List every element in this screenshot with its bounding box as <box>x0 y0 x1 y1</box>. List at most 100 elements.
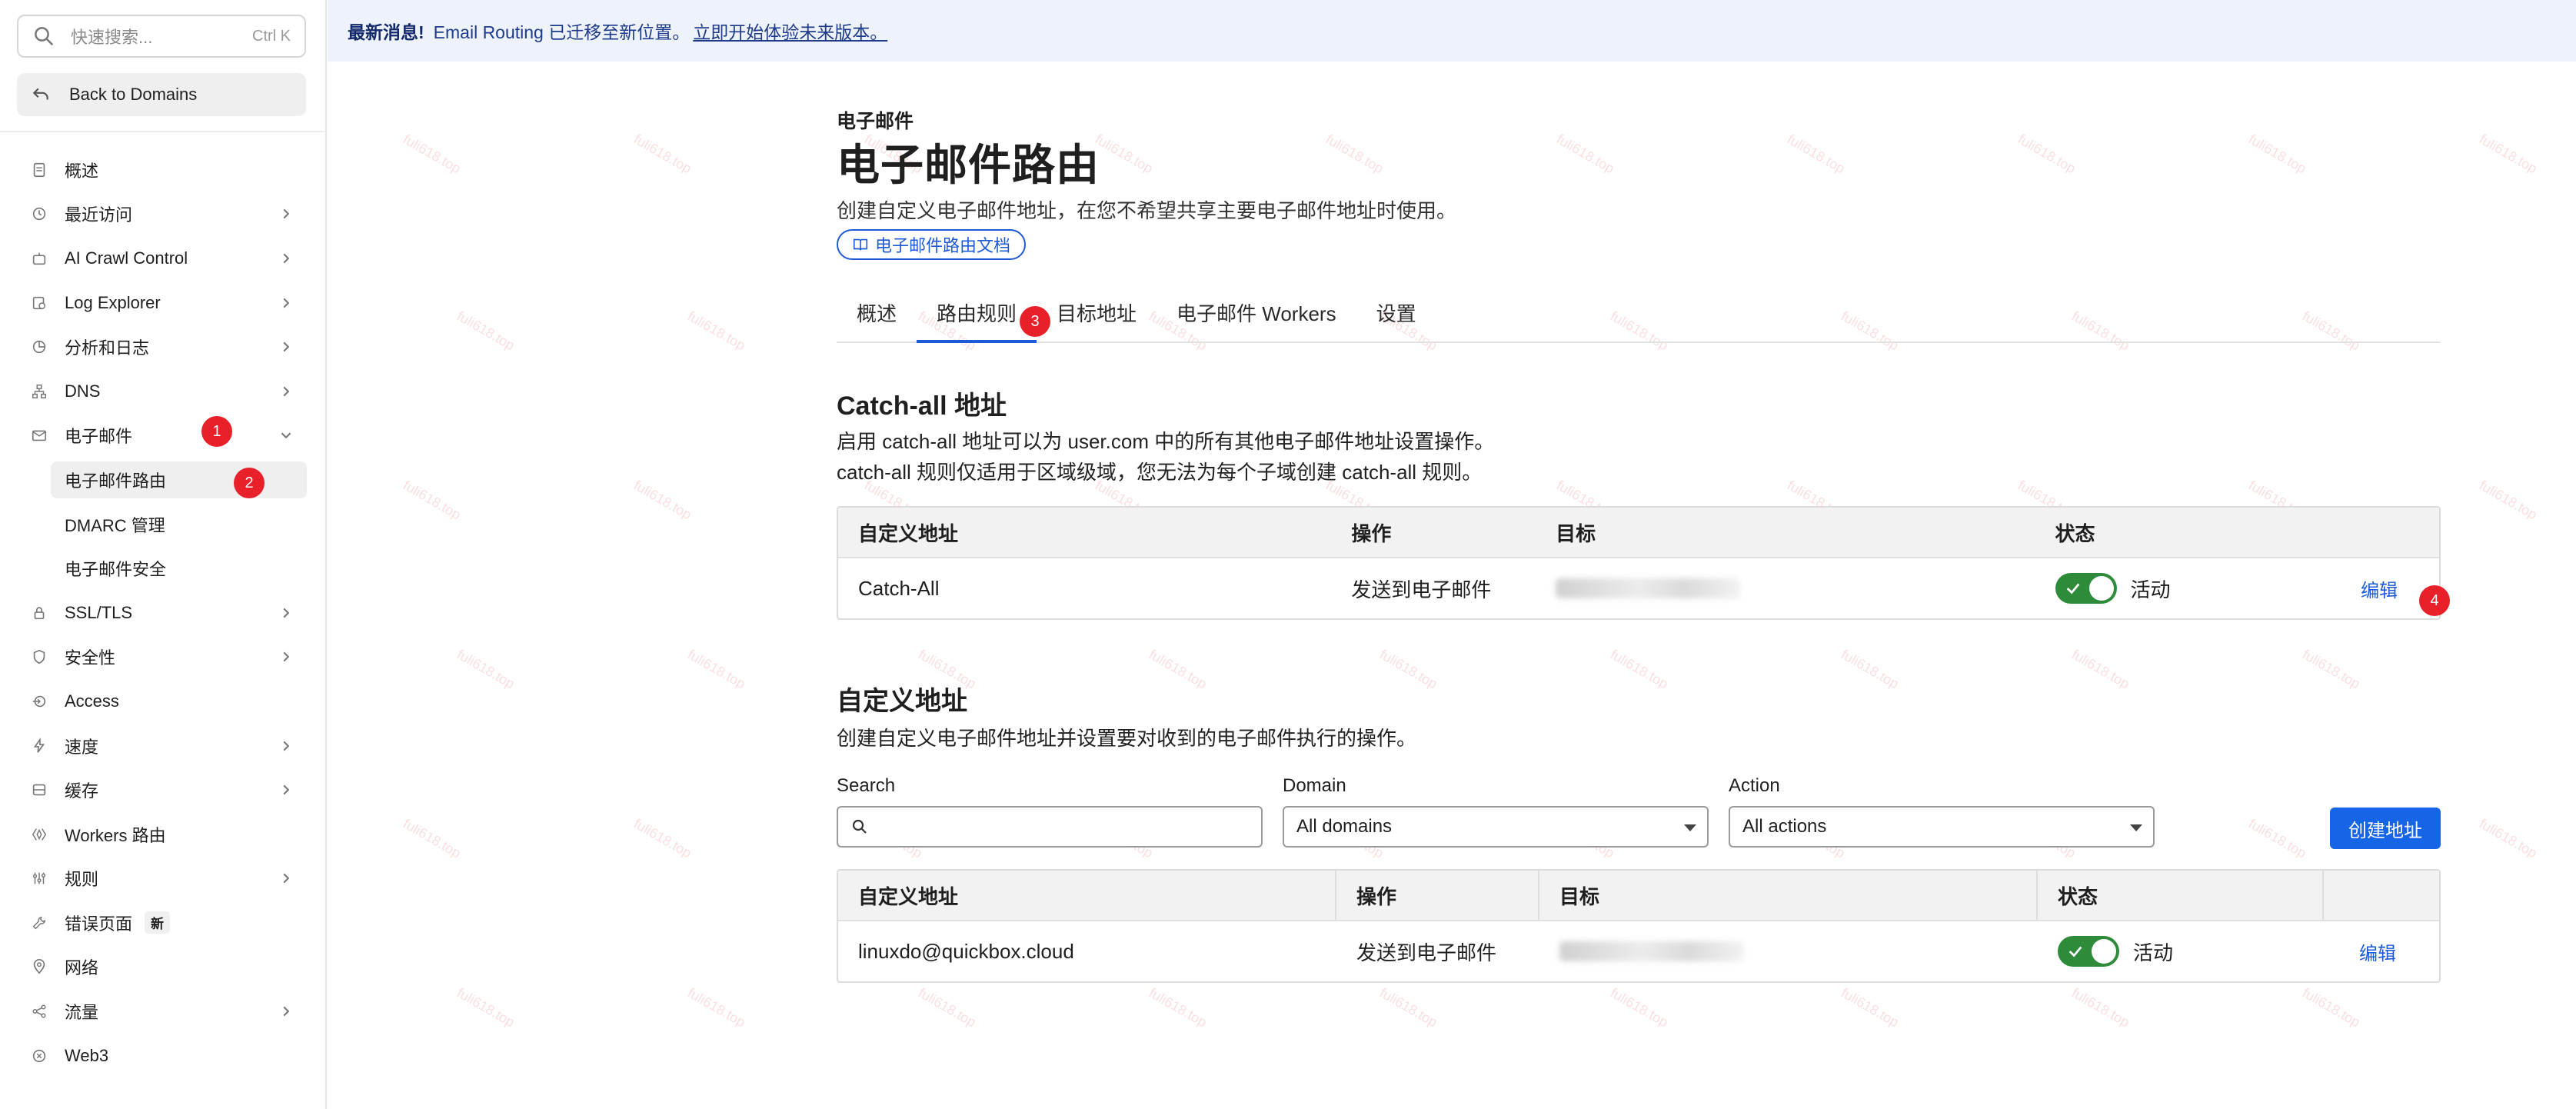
sidebar-item-label: 分析和日志 <box>65 338 150 358</box>
domain-label: Domain <box>1283 775 1346 796</box>
col-header-destination: 目标 <box>1539 871 2038 920</box>
catch-all-title: Catch-all 地址 <box>837 391 1007 421</box>
docs-link[interactable]: 电子邮件路由文档 <box>837 229 1027 260</box>
watermark-text: fuli618.top <box>400 477 464 523</box>
watermark-text: fuli618.top <box>454 308 518 354</box>
sidebar-item-ai-crawl[interactable]: AI Crawl Control <box>0 236 325 281</box>
watermark-text: fuli618.top <box>1607 984 1671 1031</box>
tab-settings[interactable]: 设置 <box>1356 285 1436 341</box>
address-cell: linuxdo@quickbox.cloud <box>858 939 1074 963</box>
sidebar-item-log-explorer[interactable]: Log Explorer <box>0 281 325 325</box>
cache-icon <box>29 780 49 800</box>
back-to-domains-button[interactable]: Back to Domains <box>17 73 306 116</box>
tab-destination-addresses[interactable]: 目标地址 <box>1037 285 1157 341</box>
watermark-text: fuli618.top <box>684 984 748 1031</box>
watermark-text: fuli618.top <box>2476 477 2540 523</box>
edit-link[interactable]: 编辑 <box>2361 575 2398 602</box>
quick-search-input[interactable]: 快速搜索... Ctrl K <box>17 15 306 58</box>
sidebar-item-web3[interactable]: Web3 <box>0 1034 325 1078</box>
watermark-text: fuli618.top <box>684 308 748 354</box>
sidebar-item-label: 安全性 <box>65 648 116 668</box>
redacted-destination <box>1559 941 1744 961</box>
sidebar-item-security[interactable]: 安全性 <box>0 635 325 680</box>
col-header-action: 操作 <box>1351 521 1392 545</box>
step-badge-2: 2 <box>234 468 265 498</box>
search-shortcut: Ctrl K <box>252 27 291 45</box>
domain-select-value: All domains <box>1296 816 1393 837</box>
chevron-down-icon <box>281 432 291 439</box>
sidebar-item-email-security[interactable]: 电子邮件安全 <box>0 546 325 591</box>
sidebar-item-traffic[interactable]: 流量 <box>0 989 325 1034</box>
chart-pie-icon <box>29 337 49 357</box>
page-eyebrow: 电子邮件 <box>837 111 914 132</box>
chevron-right-icon <box>283 341 290 352</box>
sidebar-item-cache[interactable]: 缓存 <box>0 768 325 812</box>
create-address-button[interactable]: 创建地址 <box>2330 808 2441 849</box>
log-icon <box>29 293 49 313</box>
watermark-text: fuli618.top <box>2068 646 2132 692</box>
action-select[interactable]: All actions <box>1729 806 2155 848</box>
col-header-actions-empty <box>2324 871 2439 920</box>
sidebar-item-label: AI Crawl Control <box>65 248 188 268</box>
sidebar-item-email[interactable]: 电子邮件 <box>0 414 325 458</box>
page-title: 电子邮件路由 <box>837 141 1100 189</box>
catch-all-desc-1: 启用 catch-all 地址可以为 user.com 中的所有其他电子邮件地址… <box>837 430 1495 453</box>
sidebar-item-label: 速度 <box>65 737 99 757</box>
domain-select[interactable]: All domains <box>1283 806 1709 848</box>
custom-addresses-title: 自定义地址 <box>837 687 967 716</box>
sidebar-item-label: SSL/TLS <box>65 602 133 622</box>
col-header-address: 自定义地址 <box>858 521 959 545</box>
redacted-destination <box>1556 578 1741 598</box>
custom-addresses-desc: 创建自定义电子邮件地址并设置要对收到的电子邮件执行的操作。 <box>837 727 1417 750</box>
catch-all-table: 自定义地址 操作 目标 状态 Catch-All 发送到电子邮件 活动 编辑 <box>837 506 2441 620</box>
chevron-right-icon <box>283 608 290 618</box>
status-label: 活动 <box>2130 578 2171 601</box>
watermark-text: fuli618.top <box>1838 646 1902 692</box>
chevron-right-icon <box>283 386 290 397</box>
sidebar-item-access[interactable]: Access <box>0 679 325 724</box>
sidebar-item-rules[interactable]: 规则 <box>0 857 325 901</box>
banner-link[interactable]: 立即开始体验未来版本。 <box>693 18 887 44</box>
sidebar-item-workers-routes[interactable]: Workers 路由 <box>0 812 325 857</box>
watermark-text: fuli618.top <box>2476 131 2540 177</box>
col-header-address: 自定义地址 <box>838 871 1336 920</box>
sidebar-item-ssl-tls[interactable]: SSL/TLS <box>0 591 325 635</box>
tab-routing-rules[interactable]: 路由规则 <box>917 285 1037 343</box>
sidebar-item-email-routing[interactable]: 电子邮件路由 <box>0 458 325 502</box>
sidebar-item-label: DMARC 管理 <box>65 515 165 535</box>
sidebar-item-dmarc[interactable]: DMARC 管理 <box>0 502 325 547</box>
sidebar-item-dns[interactable]: DNS <box>0 369 325 414</box>
sidebar-item-label: DNS <box>65 381 101 401</box>
sidebar-item-overview[interactable]: 概述 <box>0 148 325 192</box>
chevron-right-icon <box>283 209 290 219</box>
sidebar-item-speed[interactable]: 速度 <box>0 724 325 768</box>
location-icon <box>29 957 49 977</box>
table-header: 自定义地址 操作 目标 状态 <box>838 871 2439 921</box>
watermark-text: fuli618.top <box>915 984 979 1031</box>
edit-link[interactable]: 编辑 <box>2359 938 2396 965</box>
search-icon <box>35 27 54 46</box>
status-toggle[interactable] <box>2058 936 2119 967</box>
sidebar-item-label: 概述 <box>65 161 99 181</box>
address-search-input[interactable] <box>837 806 1263 848</box>
watermark-text: fuli618.top <box>1376 646 1440 692</box>
sidebar-item-network[interactable]: 网络 <box>0 945 325 990</box>
sidebar-item-error-pages[interactable]: 错误页面 新 <box>0 901 325 945</box>
sidebar-item-analytics[interactable]: 分析和日志 <box>0 325 325 369</box>
search-icon <box>852 819 867 834</box>
status-toggle[interactable] <box>2055 573 2117 604</box>
tab-bar: 概述 路由规则 目标地址 电子邮件 Workers 设置 <box>837 285 2441 343</box>
sidebar-item-label: 电子邮件安全 <box>65 560 167 580</box>
book-icon <box>853 238 868 251</box>
action-select-value: All actions <box>1742 816 1827 837</box>
col-header-status: 状态 <box>2055 521 2095 545</box>
table-row: Catch-All 发送到电子邮件 活动 编辑 <box>838 558 2439 618</box>
sidebar-item-recent[interactable]: 最近访问 <box>0 192 325 237</box>
sidebar-item-label: 流量 <box>65 1003 99 1023</box>
sidebar-item-label: Log Explorer <box>65 292 161 312</box>
tab-email-workers[interactable]: 电子邮件 Workers <box>1157 285 1356 341</box>
lock-icon <box>29 603 49 623</box>
toggle-knob <box>2092 939 2116 964</box>
sidebar-item-label: 规则 <box>65 870 99 890</box>
tab-overview[interactable]: 概述 <box>837 285 917 341</box>
